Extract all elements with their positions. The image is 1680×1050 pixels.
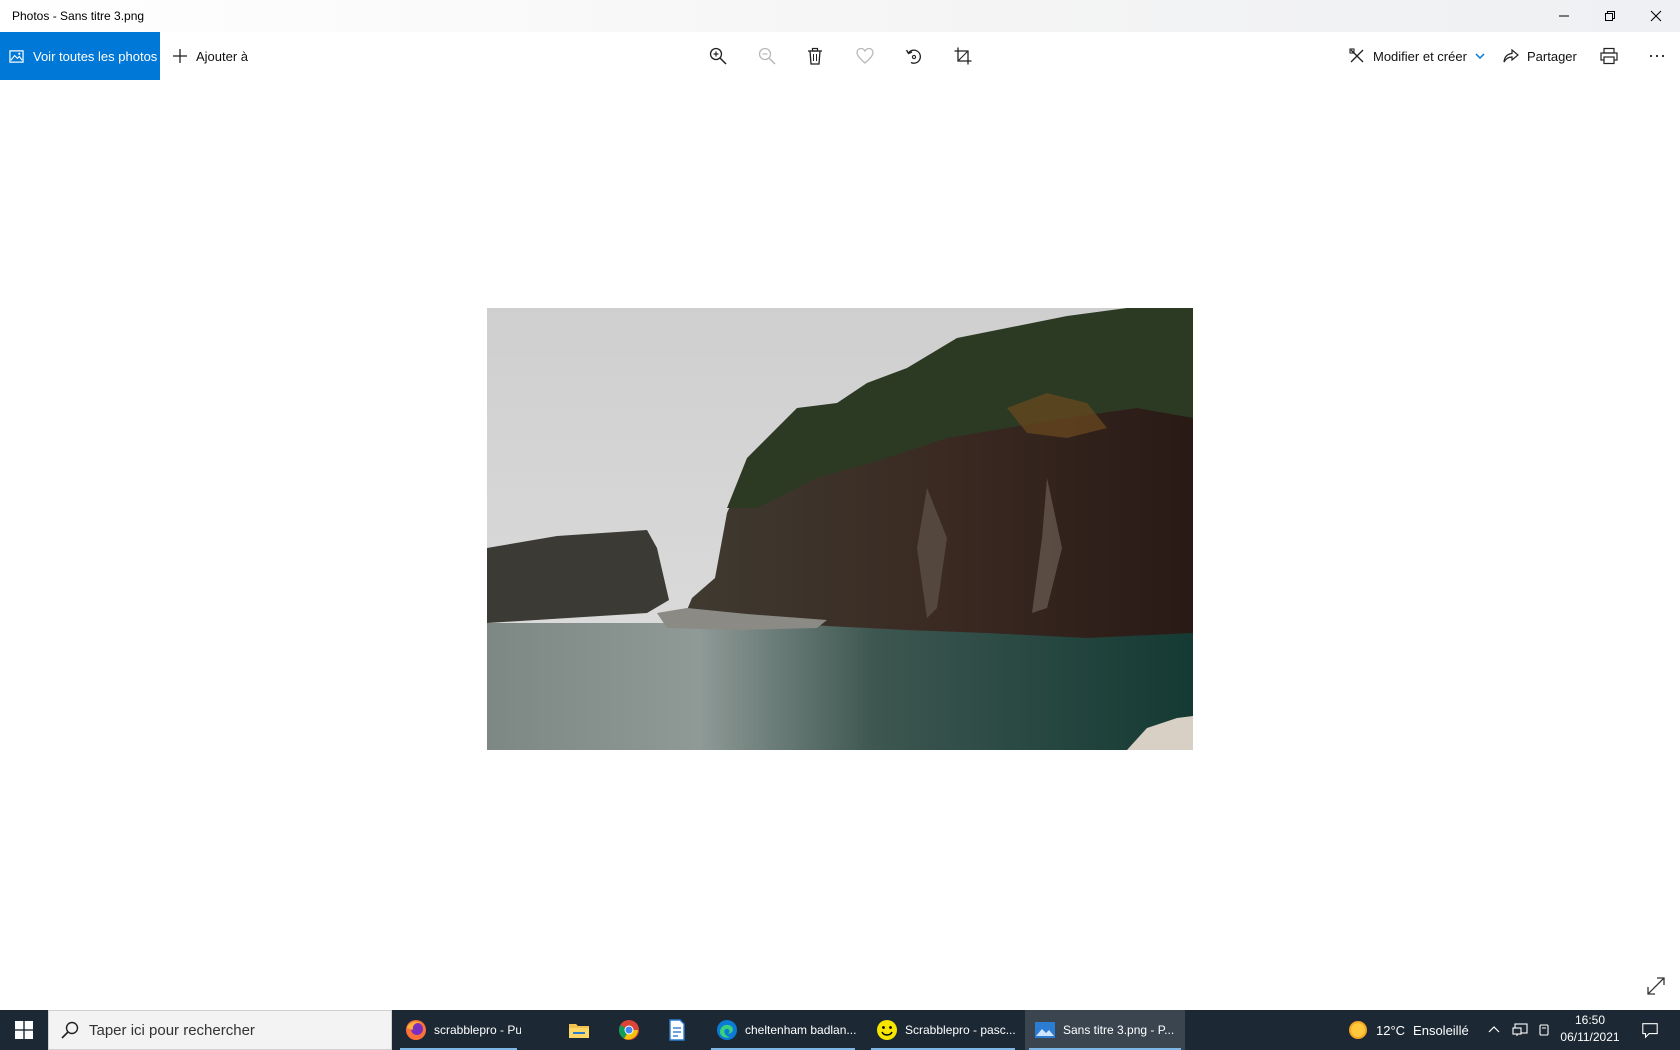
photos-icon bbox=[1035, 1022, 1055, 1038]
more-icon bbox=[1649, 54, 1665, 58]
edit-create-button[interactable]: Modifier et créer bbox=[1349, 32, 1485, 80]
zoom-in-button[interactable] bbox=[706, 44, 730, 68]
chrome-icon bbox=[618, 1020, 639, 1040]
more-options-button[interactable] bbox=[1645, 44, 1669, 68]
taskbar-file-explorer[interactable] bbox=[555, 1010, 603, 1050]
photos-gallery-icon bbox=[9, 49, 24, 63]
print-button[interactable] bbox=[1597, 44, 1621, 68]
edit-tools-icon bbox=[1349, 48, 1364, 63]
minimize-button[interactable] bbox=[1541, 0, 1587, 32]
start-button[interactable] bbox=[0, 1010, 48, 1050]
restore-icon bbox=[1605, 11, 1615, 21]
plus-icon bbox=[173, 49, 187, 63]
taskbar-chrome[interactable] bbox=[605, 1010, 653, 1050]
see-all-photos-label: Voir toutes les photos bbox=[33, 48, 158, 64]
print-icon bbox=[1600, 47, 1618, 65]
close-icon bbox=[1650, 10, 1662, 22]
heart-icon bbox=[856, 47, 874, 64]
clock-time: 16:50 bbox=[1574, 1013, 1606, 1027]
taskbar-search-input[interactable]: Taper ici pour rechercher bbox=[48, 1010, 392, 1050]
volume-icon[interactable] bbox=[1536, 1022, 1552, 1038]
share-icon bbox=[1503, 48, 1519, 63]
delete-icon bbox=[808, 47, 822, 65]
photo-viewer-image[interactable] bbox=[487, 308, 1193, 750]
clock-date: 06/11/2021 bbox=[1560, 1030, 1620, 1044]
search-icon bbox=[61, 1021, 79, 1039]
taskbar-app-label: Sans titre 3.png - P... bbox=[1063, 1023, 1175, 1037]
toolbar: Voir toutes les photos Ajouter à Modifie… bbox=[0, 32, 1680, 80]
add-to-button[interactable]: Ajouter à bbox=[172, 32, 248, 80]
sun-icon bbox=[1349, 1021, 1367, 1039]
zoom-in-icon bbox=[709, 47, 727, 65]
system-clock[interactable]: 16:50 06/11/2021 bbox=[1554, 1012, 1626, 1048]
see-all-photos-button[interactable]: Voir toutes les photos bbox=[0, 32, 160, 80]
minimize-icon bbox=[1559, 15, 1569, 17]
window-title: Photos - Sans titre 3.png bbox=[12, 9, 145, 23]
crop-icon bbox=[954, 47, 972, 65]
close-button[interactable] bbox=[1633, 0, 1679, 32]
file-explorer-icon bbox=[569, 1024, 589, 1038]
search-placeholder: Taper ici pour rechercher bbox=[89, 1021, 255, 1039]
taskbar-app-scrabblepro[interactable]: Scrabblepro - pasc... bbox=[867, 1010, 1019, 1050]
firefox-icon bbox=[406, 1020, 426, 1040]
zoom-out-icon bbox=[758, 47, 776, 65]
fullscreen-button[interactable] bbox=[1645, 975, 1667, 997]
tray-icons bbox=[1488, 1010, 1552, 1050]
taskbar-app-label: Scrabblepro - pasc... bbox=[905, 1023, 1016, 1037]
windows-logo-icon bbox=[15, 1021, 33, 1039]
taskbar-app-label: cheltenham badlan... bbox=[745, 1023, 857, 1037]
rotate-button[interactable] bbox=[902, 44, 926, 68]
weather-temp: 12°C bbox=[1376, 1022, 1406, 1038]
share-button[interactable]: Partager bbox=[1503, 32, 1577, 80]
add-to-label: Ajouter à bbox=[196, 48, 249, 64]
restore-button[interactable] bbox=[1587, 0, 1633, 32]
rotate-icon bbox=[905, 49, 921, 64]
weather-condition: Ensoleillé bbox=[1413, 1022, 1469, 1038]
document-icon bbox=[669, 1019, 685, 1041]
share-label: Partager bbox=[1527, 48, 1577, 64]
edge-icon bbox=[717, 1020, 737, 1040]
taskbar: Taper ici pour rechercher scrabblepro - … bbox=[0, 1010, 1680, 1050]
chevron-up-icon[interactable] bbox=[1488, 1024, 1500, 1036]
taskbar-app-label: scrabblepro - Publi... bbox=[434, 1023, 521, 1037]
notification-center-icon bbox=[1642, 1023, 1658, 1039]
notifications-button[interactable] bbox=[1626, 1010, 1674, 1050]
delete-button[interactable] bbox=[803, 44, 827, 68]
favorite-button[interactable] bbox=[853, 44, 877, 68]
edit-create-label: Modifier et créer bbox=[1373, 48, 1467, 64]
taskbar-app-edge[interactable]: cheltenham badlan... bbox=[707, 1010, 859, 1050]
landscape-photo bbox=[487, 308, 1193, 750]
taskbar-app-firefox[interactable]: scrabblepro - Publi... bbox=[396, 1010, 521, 1050]
smiley-icon bbox=[877, 1020, 897, 1040]
expand-icon bbox=[1647, 977, 1665, 995]
title-bar: Photos - Sans titre 3.png bbox=[0, 0, 1680, 32]
weather-widget[interactable]: 12°C Ensoleillé bbox=[1348, 1010, 1469, 1050]
crop-button[interactable] bbox=[951, 44, 975, 68]
network-icon[interactable] bbox=[1512, 1022, 1528, 1038]
chevron-down-icon bbox=[1475, 53, 1485, 60]
taskbar-document[interactable] bbox=[653, 1010, 701, 1050]
taskbar-app-photos[interactable]: Sans titre 3.png - P... bbox=[1025, 1010, 1185, 1050]
zoom-out-button[interactable] bbox=[755, 44, 779, 68]
